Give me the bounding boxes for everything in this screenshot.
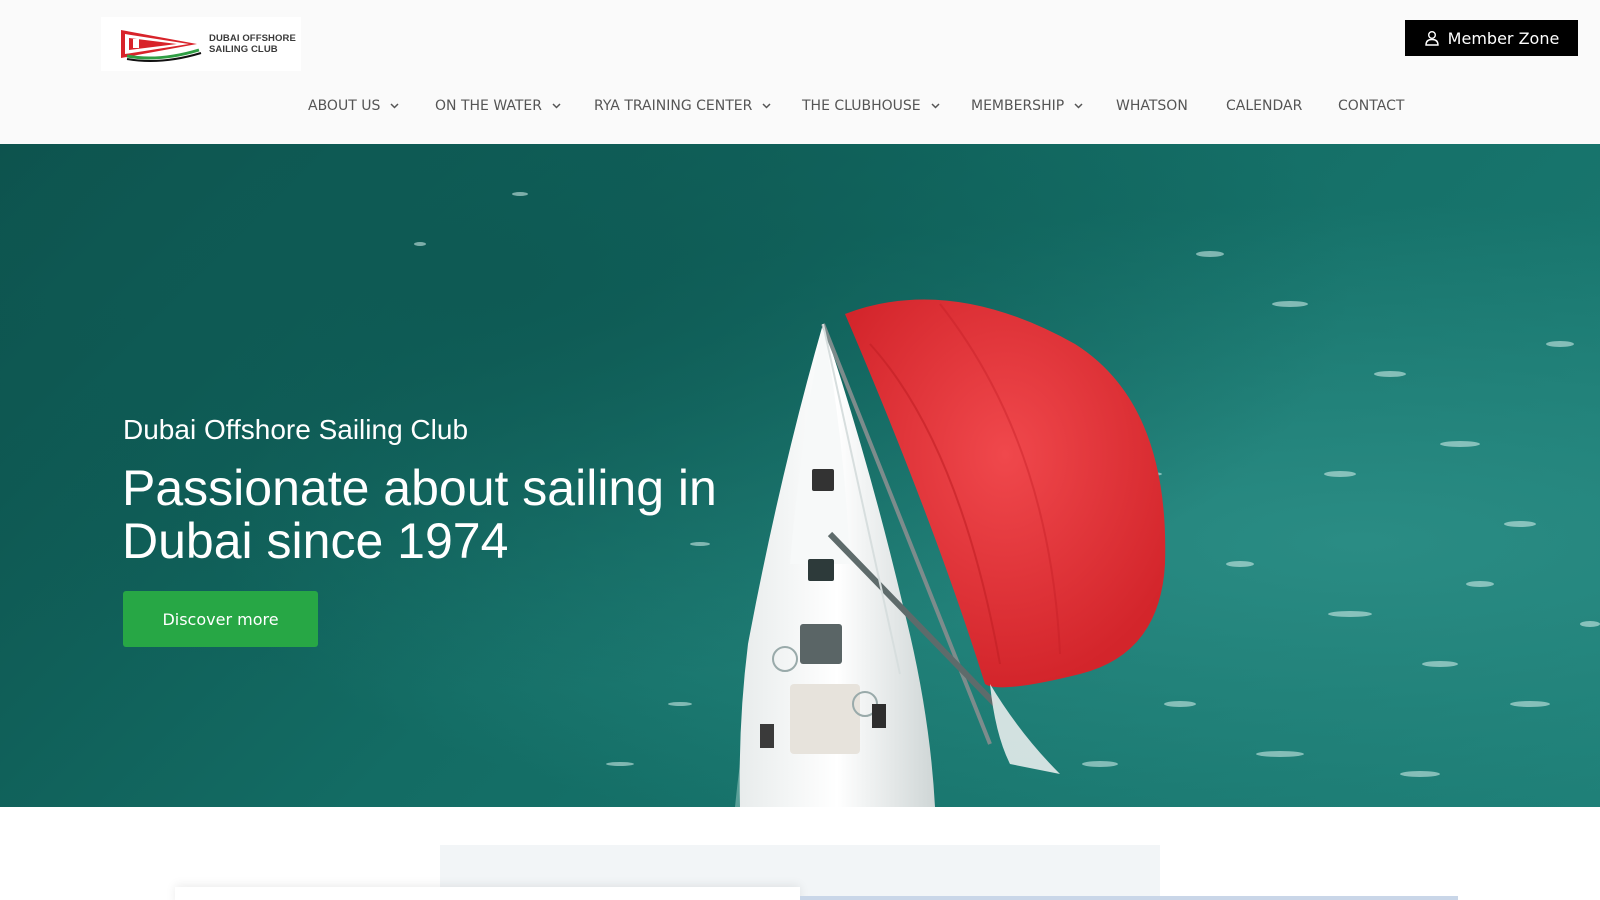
nav-item-label: WHATSON xyxy=(1116,98,1188,114)
nav-item-on-the-water[interactable]: ON THE WATER xyxy=(435,98,561,114)
nav-item-label: MEMBERSHIP xyxy=(971,98,1065,114)
logo-text-line2: SAILING CLUB xyxy=(209,44,278,55)
nav-item-membership[interactable]: MEMBERSHIP xyxy=(971,98,1083,114)
nav-item-label: ABOUT US xyxy=(308,98,381,114)
chevron-down-icon xyxy=(390,103,399,109)
content-card xyxy=(175,887,800,900)
site-header: DUBAI OFFSHORE SAILING CLUB Member Zone … xyxy=(0,0,1600,144)
nav-item-label: ON THE WATER xyxy=(435,98,543,114)
club-flag-logo-icon xyxy=(121,30,202,62)
discover-more-button[interactable]: Discover more xyxy=(123,591,318,647)
nav-item-label: CALENDAR xyxy=(1226,98,1303,114)
logo-text: DUBAI OFFSHORE SAILING CLUB xyxy=(209,33,296,55)
chevron-down-icon xyxy=(931,103,940,109)
nav-item-label: THE CLUBHOUSE xyxy=(802,98,921,114)
nav-item-calendar[interactable]: CALENDAR xyxy=(1226,98,1302,114)
main-nav: ABOUT US ON THE WATER RYA TRAINING CENTE… xyxy=(0,98,1600,124)
logo-text-line1: DUBAI OFFSHORE xyxy=(209,33,296,44)
chevron-down-icon xyxy=(552,103,561,109)
nav-item-contact[interactable]: CONTACT xyxy=(1338,98,1404,114)
hero-subtitle: Dubai Offshore Sailing Club xyxy=(123,414,469,445)
nav-item-label: RYA TRAINING CENTER xyxy=(594,98,753,114)
site-logo[interactable]: DUBAI OFFSHORE SAILING CLUB xyxy=(101,17,301,71)
hero-banner: Dubai Offshore Sailing Club Passionate a… xyxy=(0,144,1600,807)
nav-item-whatson[interactable]: WHATSON xyxy=(1116,98,1188,114)
user-icon xyxy=(1424,31,1439,46)
nav-item-label: CONTACT xyxy=(1338,98,1405,114)
nav-item-the-clubhouse[interactable]: THE CLUBHOUSE xyxy=(802,98,940,114)
nav-item-rya-training-center[interactable]: RYA TRAINING CENTER xyxy=(594,98,771,114)
content-strip xyxy=(800,896,1458,900)
hero-title: Passionate about sailing in Dubai since … xyxy=(122,460,717,569)
chevron-down-icon xyxy=(1074,103,1083,109)
member-zone-label: Member Zone xyxy=(1447,28,1560,48)
member-zone-button[interactable]: Member Zone xyxy=(1405,20,1578,56)
nav-item-about-us[interactable]: ABOUT US xyxy=(308,98,399,114)
chevron-down-icon xyxy=(762,103,771,109)
